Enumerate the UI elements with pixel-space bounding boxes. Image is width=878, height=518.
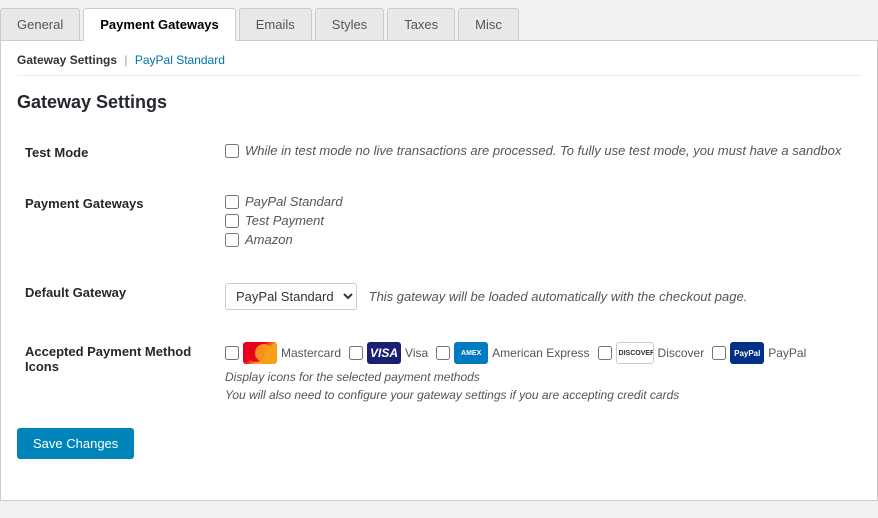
pg-paypal-row: PayPal Standard bbox=[225, 194, 853, 209]
test-mode-row: Test Mode While in test mode no live tra… bbox=[17, 133, 861, 172]
default-gateway-row: Default Gateway PayPal Standard Test Pay… bbox=[17, 273, 861, 320]
visa-checkbox[interactable] bbox=[349, 346, 363, 360]
tab-payment-gateways[interactable]: Payment Gateways bbox=[83, 8, 236, 41]
save-button[interactable]: Save Changes bbox=[17, 428, 134, 459]
tabs-bar: General Payment Gateways Emails Styles T… bbox=[0, 0, 878, 41]
mastercard-item: Mastercard bbox=[225, 342, 341, 364]
payment-icons-list: Mastercard VISA Visa AMEX American bbox=[225, 342, 853, 364]
discover-item: DISCOVER Discover bbox=[598, 342, 705, 364]
test-mode-value: While in test mode no live transactions … bbox=[217, 133, 861, 172]
spacer-row-2 bbox=[17, 261, 861, 273]
paypal-checkbox[interactable] bbox=[712, 346, 726, 360]
tab-taxes[interactable]: Taxes bbox=[387, 8, 455, 40]
settings-table: Test Mode While in test mode no live tra… bbox=[17, 133, 861, 412]
visa-icon: VISA bbox=[367, 342, 401, 364]
payment-gateways-options: PayPal Standard Test Payment Amazon bbox=[217, 184, 861, 261]
default-gateway-select[interactable]: PayPal Standard Test Payment Amazon bbox=[225, 283, 357, 310]
tab-misc[interactable]: Misc bbox=[458, 8, 519, 40]
breadcrumb-link[interactable]: PayPal Standard bbox=[135, 53, 225, 67]
test-mode-checkbox-row: While in test mode no live transactions … bbox=[225, 143, 853, 158]
amex-checkbox[interactable] bbox=[436, 346, 450, 360]
pg-paypal-label: PayPal Standard bbox=[245, 194, 343, 209]
discover-checkbox[interactable] bbox=[598, 346, 612, 360]
pg-amazon-row: Amazon bbox=[225, 232, 853, 247]
amex-item: AMEX American Express bbox=[436, 342, 589, 364]
amex-icon: AMEX bbox=[454, 342, 488, 364]
pg-test-label: Test Payment bbox=[245, 213, 324, 228]
paypal-label: PayPal bbox=[768, 346, 806, 360]
payment-icons-helper1: Display icons for the selected payment m… bbox=[225, 370, 853, 384]
pg-amazon-checkbox[interactable] bbox=[225, 233, 239, 247]
payment-icons-label: Accepted Payment Method Icons bbox=[17, 332, 217, 412]
payment-gateways-label: Payment Gateways bbox=[17, 184, 217, 261]
section-title: Gateway Settings bbox=[17, 92, 861, 113]
visa-label: Visa bbox=[405, 346, 428, 360]
tab-styles[interactable]: Styles bbox=[315, 8, 384, 40]
tab-emails[interactable]: Emails bbox=[239, 8, 312, 40]
payment-icons-helper2: You will also need to configure your gat… bbox=[225, 388, 853, 402]
test-mode-checkbox[interactable] bbox=[225, 144, 239, 158]
default-gateway-value: PayPal Standard Test Payment Amazon This… bbox=[217, 273, 861, 320]
payment-icons-value: Mastercard VISA Visa AMEX American bbox=[217, 332, 861, 412]
discover-icon: DISCOVER bbox=[616, 342, 654, 364]
mastercard-label: Mastercard bbox=[281, 346, 341, 360]
payment-icons-row: Accepted Payment Method Icons bbox=[17, 332, 861, 412]
amex-label: American Express bbox=[492, 346, 589, 360]
paypal-item: PayPal PayPal bbox=[712, 342, 806, 364]
visa-item: VISA Visa bbox=[349, 342, 428, 364]
content-area: Gateway Settings | PayPal Standard Gatew… bbox=[0, 41, 878, 501]
mastercard-icon bbox=[243, 342, 277, 364]
discover-label: Discover bbox=[658, 346, 705, 360]
breadcrumb-separator: | bbox=[124, 53, 127, 67]
test-mode-label: Test Mode bbox=[17, 133, 217, 172]
default-gateway-description: This gateway will be loaded automaticall… bbox=[369, 289, 748, 304]
tab-general[interactable]: General bbox=[0, 8, 80, 40]
pg-test-row: Test Payment bbox=[225, 213, 853, 228]
paypal-icon: PayPal bbox=[730, 342, 764, 364]
default-gateway-label: Default Gateway bbox=[17, 273, 217, 320]
payment-gateways-row: Payment Gateways PayPal Standard Test Pa… bbox=[17, 184, 861, 261]
test-mode-description: While in test mode no live transactions … bbox=[245, 143, 841, 158]
pg-paypal-checkbox[interactable] bbox=[225, 195, 239, 209]
spacer-row-1 bbox=[17, 172, 861, 184]
spacer-row-3 bbox=[17, 320, 861, 332]
breadcrumb-label: Gateway Settings bbox=[17, 53, 117, 67]
breadcrumb: Gateway Settings | PayPal Standard bbox=[17, 53, 861, 76]
mastercard-checkbox[interactable] bbox=[225, 346, 239, 360]
pg-amazon-label: Amazon bbox=[245, 232, 293, 247]
pg-test-checkbox[interactable] bbox=[225, 214, 239, 228]
